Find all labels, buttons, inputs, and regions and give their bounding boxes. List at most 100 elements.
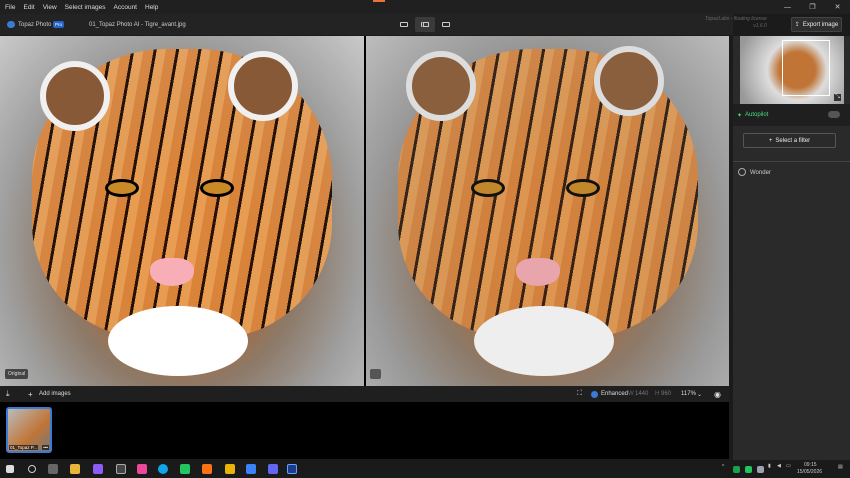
tiger-muzzle	[474, 306, 614, 376]
single-view-icon	[400, 22, 408, 27]
tiger-nose	[150, 258, 194, 286]
thumbnail-more-icon[interactable]: •••	[42, 445, 49, 450]
clock-time[interactable]: 09:15	[804, 462, 817, 468]
menu-bar: File Edit View Select images Account Hel…	[0, 0, 850, 14]
file-explorer-icon[interactable]	[70, 464, 80, 474]
tray-app-icon-2[interactable]	[757, 466, 764, 473]
zoom-chevron-icon[interactable]: ⌄	[697, 391, 702, 398]
enhanced-check-icon[interactable]	[591, 390, 598, 398]
app-icon-3[interactable]	[180, 464, 190, 474]
add-images-button[interactable]: Add images	[39, 391, 71, 397]
height-value: 960	[661, 391, 672, 397]
preview-toggle-icon[interactable]: ⤡	[834, 94, 841, 101]
menu-help[interactable]: Help	[145, 4, 158, 11]
compare-view-button[interactable]	[436, 17, 456, 32]
search-icon[interactable]	[28, 465, 36, 473]
autopilot-label: Autopilot	[745, 112, 769, 118]
bottom-bar: ⤓ + Add images ⛶ Enhanced W 1440 H 960 1…	[0, 386, 729, 402]
app-name: Topaz Photo	[18, 22, 52, 28]
select-filter-button[interactable]: + Select a filter	[743, 133, 836, 148]
add-icon: +	[28, 389, 33, 399]
tiger-eye-right	[200, 179, 234, 197]
watermark-line2: v1.6.0	[753, 23, 767, 29]
vlc-icon[interactable]	[202, 464, 212, 474]
split-view-icon	[421, 22, 429, 27]
windows-start-icon[interactable]	[6, 465, 14, 473]
tray-chevron-icon[interactable]: ^	[722, 464, 724, 470]
autopilot-toggle[interactable]	[828, 111, 840, 118]
filmstrip	[0, 402, 729, 459]
minimize-button[interactable]: —	[775, 0, 800, 14]
image-thumbnail[interactable]: 01_Topaz P... •••	[6, 407, 52, 453]
window-controls: — ❐ ✕	[775, 0, 850, 14]
tiger-ear-left	[406, 51, 476, 121]
tiger-nose	[516, 258, 560, 286]
app-icon-1[interactable]	[93, 464, 103, 474]
app-icon-5[interactable]	[246, 464, 256, 474]
topaz-taskbar-icon[interactable]	[287, 464, 297, 474]
tiger-eye-left	[105, 179, 139, 197]
plus-icon: +	[768, 137, 773, 144]
menu-file[interactable]: File	[5, 4, 15, 11]
close-button[interactable]: ✕	[825, 0, 850, 14]
watermark-line1: TopazLabs - floating license	[705, 16, 767, 22]
compare-view-icon	[442, 22, 450, 27]
tiger-ear-left	[40, 61, 110, 131]
wonder-label: Wonder	[750, 170, 771, 176]
teams-icon[interactable]	[268, 464, 278, 474]
autopilot-icon: ✦	[737, 112, 743, 119]
original-label: Original	[5, 369, 29, 379]
autopilot-row[interactable]: ✦ Autopilot	[733, 104, 850, 126]
thumbnail-label: 01_Topaz P...	[9, 445, 38, 450]
height-label: H	[655, 391, 660, 397]
zoom-level[interactable]: 117%	[681, 391, 696, 397]
width-value: 1440	[635, 391, 649, 397]
maximize-button[interactable]: ❐	[800, 0, 825, 14]
enhanced-image[interactable]	[366, 36, 729, 386]
export-icon: ⇪	[794, 22, 800, 28]
network-icon[interactable]: ▮	[768, 463, 771, 469]
task-view-icon[interactable]	[48, 464, 58, 474]
export-label: Export image	[802, 21, 839, 28]
wonder-icon	[738, 168, 746, 176]
edge-icon[interactable]	[158, 464, 168, 474]
tiger-ear-right	[594, 46, 664, 116]
notification-icon[interactable]: ▤	[838, 464, 843, 470]
copilot-icon[interactable]	[137, 464, 147, 474]
menu-account[interactable]: Account	[114, 4, 138, 11]
battery-icon[interactable]: ▭	[786, 463, 791, 469]
tiger-eye-left	[471, 179, 505, 197]
app-toggle-icon[interactable]	[7, 21, 15, 28]
tiger-muzzle	[108, 306, 248, 376]
menu-view[interactable]: View	[43, 4, 57, 11]
menu-select-images[interactable]: Select images	[65, 4, 106, 11]
single-view-button[interactable]	[394, 17, 414, 32]
navigator-preview[interactable]: ⤡	[740, 36, 844, 104]
enhanced-corner-icon[interactable]	[370, 369, 381, 379]
pro-badge: Pro	[53, 21, 65, 28]
filter-item-wonder[interactable]: Wonder	[733, 164, 850, 182]
tiger-ear-right	[228, 51, 298, 121]
file-name: 01_Topaz Photo AI - Tigre_avant.jpg	[89, 22, 186, 28]
eye-icon[interactable]: ◉	[714, 390, 721, 399]
app-icon-2[interactable]	[116, 464, 126, 474]
nvidia-icon[interactable]	[745, 466, 752, 473]
volume-icon[interactable]: ◀	[777, 463, 781, 469]
crop-icon[interactable]: ⛶	[577, 390, 582, 398]
menu-edit[interactable]: Edit	[23, 4, 34, 11]
title-accent	[373, 0, 385, 2]
app-icon-4[interactable]	[225, 464, 235, 474]
panel-divider	[733, 161, 850, 162]
split-view-button[interactable]	[415, 17, 435, 32]
tray-app-icon[interactable]	[733, 466, 740, 473]
enhanced-label: Enhanced	[601, 391, 629, 397]
download-icon[interactable]: ⤓	[6, 389, 10, 399]
image-canvas[interactable]: Original	[0, 36, 729, 386]
export-button[interactable]: ⇪ Export image	[791, 17, 842, 32]
viewport-rectangle[interactable]	[782, 40, 830, 96]
width-label: W	[628, 391, 634, 397]
original-image[interactable]	[0, 36, 364, 386]
top-toolbar: Topaz Photo Pro 01_Topaz Photo AI - Tigr…	[0, 14, 733, 35]
tiger-eye-right	[566, 179, 600, 197]
clock-date[interactable]: 15/05/2026	[797, 469, 822, 475]
